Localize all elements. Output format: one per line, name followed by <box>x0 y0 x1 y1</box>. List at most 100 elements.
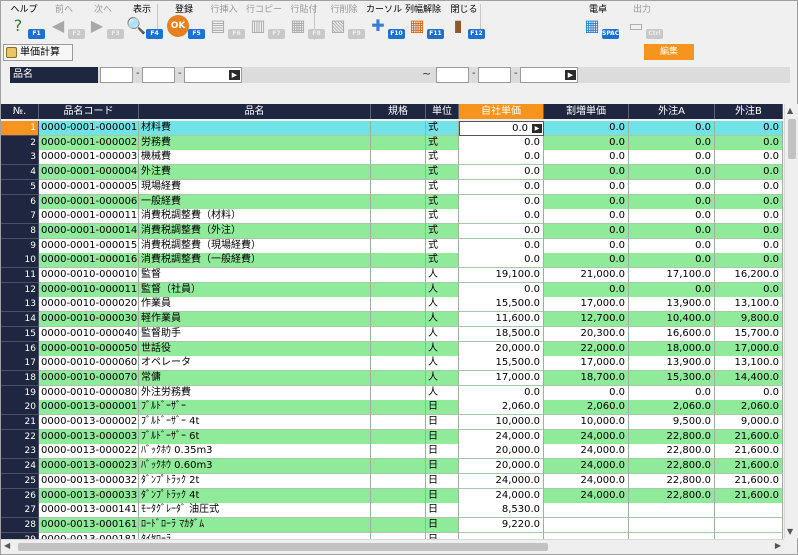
cell-code[interactable]: 0000-0010-000080 <box>39 385 139 401</box>
cell-own[interactable]: 0.0 <box>459 165 544 181</box>
cell-outA[interactable]: 0.0 <box>629 385 715 401</box>
cell-unit[interactable]: 式 <box>426 209 459 225</box>
cell-outB[interactable]: 0.0 <box>715 135 783 151</box>
cell-unit[interactable]: 式 <box>426 150 459 166</box>
toolbar-button-f11[interactable]: 列幅解除 ▦ F11 <box>400 1 446 43</box>
cell-outB[interactable]: 21,600.0 <box>715 473 783 489</box>
cell-outA[interactable]: 0.0 <box>629 238 715 254</box>
table-row[interactable]: 1 0000-0001-000001 材料費 式 0.0 ▶ 0.0 0.0 0.0 <box>1 121 783 136</box>
cell-name[interactable]: 監督 <box>139 268 371 283</box>
cell-spec[interactable] <box>371 165 426 181</box>
cell-own[interactable]: 15,500.0 <box>459 356 544 372</box>
cell-markup[interactable]: 0.0 <box>544 223 629 239</box>
cell-markup[interactable]: 24,000.0 <box>544 444 629 460</box>
cell-outA[interactable] <box>629 517 715 533</box>
cell-code[interactable]: 0000-0013-000003 <box>39 429 139 445</box>
cell-outA[interactable]: 0.0 <box>629 209 715 225</box>
cell-outB[interactable]: 15,700.0 <box>715 326 783 342</box>
cell-code[interactable]: 0000-0001-000005 <box>39 179 139 195</box>
scroll-right-icon[interactable]: ▶ <box>775 541 781 550</box>
cell-outA[interactable]: 10,400.0 <box>629 312 715 328</box>
cell-outA[interactable]: 0.0 <box>629 179 715 195</box>
cell-name[interactable]: ﾓｰﾀｸﾞﾚｰﾀﾞ 油圧式 <box>139 503 371 519</box>
cell-outA[interactable]: 22,800.0 <box>629 488 715 504</box>
table-row[interactable]: 6 0000-0001-000006 一般経費 式 0.0 0.0 0.0 0.0 <box>1 194 783 210</box>
column-header-outA[interactable]: 外注A <box>629 104 715 119</box>
cell-markup[interactable]: 0.0 <box>544 121 629 136</box>
table-row[interactable]: 25 0000-0013-000032 ﾀﾞﾝﾌﾟﾄﾗｯｸ 2t 日 24,000.0 2… <box>1 473 783 489</box>
table-row[interactable]: 12 0000-0010-000011 監督（社員） 人 0.0 0.0 0.0 0.0 <box>1 282 783 298</box>
cell-code[interactable]: 0000-0010-000050 <box>39 341 139 357</box>
cell-unit[interactable]: 日 <box>426 415 459 430</box>
cell-outA[interactable]: 22,800.0 <box>629 429 715 445</box>
cell-spec[interactable] <box>371 400 426 416</box>
cell-outA[interactable]: 0.0 <box>629 223 715 239</box>
cell-outB[interactable]: 0.0 <box>715 194 783 210</box>
table-row[interactable]: 18 0000-0010-000070 常傭 人 17,000.0 18,700.0 15,… <box>1 370 783 386</box>
cell-own[interactable]: 17,000.0 <box>459 370 544 386</box>
cell-markup[interactable]: 21,000.0 <box>544 268 629 283</box>
cell-unit[interactable]: 人 <box>426 282 459 298</box>
cell-code[interactable]: 0000-0001-000015 <box>39 238 139 254</box>
cell-markup[interactable]: 0.0 <box>544 238 629 254</box>
table-row[interactable]: 21 0000-0013-000002 ﾌﾞﾙﾄﾞｰｻﾞｰ 4t 日 10,000.0 1… <box>1 415 783 430</box>
cell-spec[interactable] <box>371 444 426 460</box>
cell-markup[interactable]: 24,000.0 <box>544 473 629 489</box>
horizontal-scroll-thumb[interactable] <box>18 543 548 551</box>
table-row[interactable]: 14 0000-0010-000030 軽作業員 人 11,600.0 12,700.0 1… <box>1 312 783 328</box>
cell-code[interactable]: 0000-0013-000002 <box>39 415 139 430</box>
column-header-markup[interactable]: 割増単価 <box>544 104 629 119</box>
cell-name[interactable]: 消費税調整費（現場経費） <box>139 238 371 254</box>
cell-unit[interactable]: 式 <box>426 194 459 210</box>
cell-unit[interactable]: 式 <box>426 238 459 254</box>
table-row[interactable]: 4 0000-0001-000004 外注費 式 0.0 0.0 0.0 0.0 <box>1 165 783 181</box>
cell-own[interactable]: 0.0 ▶ <box>459 121 544 136</box>
table-row[interactable]: 8 0000-0001-000014 消費税調整費（外注） 式 0.0 0.0 0.0 0.0 <box>1 223 783 239</box>
cell-name[interactable]: 現場経費 <box>139 179 371 195</box>
cell-spec[interactable] <box>371 429 426 445</box>
cell-spec[interactable] <box>371 223 426 239</box>
cell-name[interactable]: ﾌﾞﾙﾄﾞｰｻﾞｰ 4t <box>139 415 371 430</box>
table-row[interactable]: 2 0000-0001-000002 労務費 式 0.0 0.0 0.0 0.0 <box>1 135 783 151</box>
cell-unit[interactable]: 日 <box>426 473 459 489</box>
cell-outA[interactable] <box>629 503 715 519</box>
cell-outA[interactable]: 13,900.0 <box>629 356 715 372</box>
cell-own[interactable]: 11,600.0 <box>459 312 544 328</box>
cell-spec[interactable] <box>371 297 426 313</box>
cell-outB[interactable]: 0.0 <box>715 150 783 166</box>
cell-unit[interactable]: 式 <box>426 223 459 239</box>
cell-markup[interactable]: 24,000.0 <box>544 459 629 475</box>
cell-code[interactable]: 0000-0001-000003 <box>39 150 139 166</box>
dropdown-arrow-icon[interactable]: ▶ <box>229 70 240 80</box>
cell-code[interactable]: 0000-0013-000141 <box>39 503 139 519</box>
cell-code[interactable]: 0000-0001-000004 <box>39 165 139 181</box>
column-header-code[interactable]: 品名コード <box>39 104 139 119</box>
cell-outB[interactable] <box>715 517 783 533</box>
cell-spec[interactable] <box>371 209 426 225</box>
cell-name[interactable]: ﾀﾞﾝﾌﾟﾄﾗｯｸ 2t <box>139 473 371 489</box>
cell-spec[interactable] <box>371 121 426 136</box>
column-header-name[interactable]: 品名 <box>139 104 371 119</box>
cell-markup[interactable]: 18,700.0 <box>544 370 629 386</box>
cell-name[interactable]: 機械費 <box>139 150 371 166</box>
cell-code[interactable]: 0000-0001-000001 <box>39 121 139 136</box>
cell-outB[interactable]: 21,600.0 <box>715 488 783 504</box>
cell-spec[interactable] <box>371 135 426 151</box>
cell-outA[interactable]: 2,060.0 <box>629 400 715 416</box>
cell-unit[interactable]: 日 <box>426 459 459 475</box>
dropdown-arrow-icon[interactable]: ▶ <box>565 70 576 80</box>
cell-unit[interactable]: 人 <box>426 297 459 313</box>
scroll-up-icon[interactable]: ▲ <box>787 106 793 115</box>
cell-own[interactable]: 0.0 <box>459 223 544 239</box>
cell-name[interactable]: 外注費 <box>139 165 371 181</box>
cell-outB[interactable]: 0.0 <box>715 209 783 225</box>
toolbar-button-f12[interactable]: 閉じる ▮ F12 <box>441 1 487 43</box>
cell-unit[interactable]: 日 <box>426 429 459 445</box>
cell-code[interactable]: 0000-0013-000033 <box>39 488 139 504</box>
cell-name[interactable]: ﾛｰﾄﾞﾛｰﾗ ﾏｶﾀﾞﾑ <box>139 517 371 533</box>
toolbar-button-f4[interactable]: 表示 🔍 F4 <box>119 1 165 43</box>
cell-name[interactable]: 軽作業員 <box>139 312 371 328</box>
cell-markup[interactable]: 17,000.0 <box>544 356 629 372</box>
cell-spec[interactable] <box>371 282 426 298</box>
column-header-spec[interactable]: 規格 <box>371 104 426 119</box>
